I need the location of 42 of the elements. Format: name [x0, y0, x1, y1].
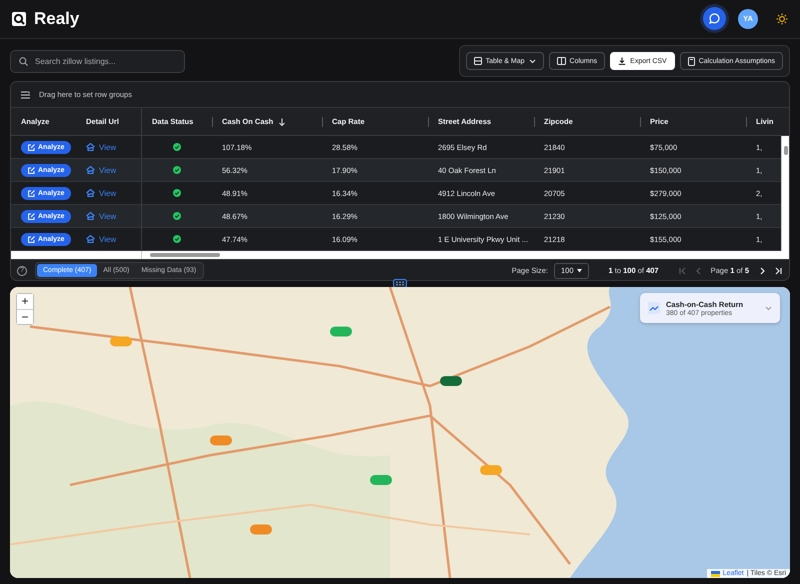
- chat-button[interactable]: [703, 7, 726, 30]
- chevron-icon: [765, 306, 772, 310]
- resize-handle[interactable]: [393, 279, 407, 288]
- app-title: Realy: [34, 8, 80, 28]
- edit-icon: [28, 190, 35, 196]
- caret-icon: [576, 268, 582, 272]
- edit-icon: [28, 212, 35, 220]
- previous-page-icon: [694, 266, 702, 274]
- house-icon: [86, 212, 95, 220]
- last-page-icon: [774, 266, 782, 274]
- zoom-out-button[interactable]: −: [17, 309, 33, 324]
- vertical-scrollbar[interactable]: [781, 136, 789, 251]
- house-icon: [86, 235, 95, 243]
- columns-icon: [556, 57, 566, 65]
- calculator-icon: [688, 56, 695, 66]
- view-link[interactable]: View: [86, 188, 116, 198]
- house-icon: [86, 143, 95, 151]
- next-page-icon: [758, 266, 766, 274]
- view-link[interactable]: View: [86, 142, 116, 152]
- download-icon: [618, 57, 626, 65]
- search-icon: [19, 56, 28, 66]
- chat-icon: [709, 13, 720, 24]
- chevron-icon: [528, 58, 536, 64]
- search-field[interactable]: Search zillow listings...: [10, 50, 185, 72]
- edit-icon: [28, 144, 35, 150]
- edit-icon: [28, 166, 35, 174]
- logo-icon: [12, 12, 26, 26]
- edit-icon: [28, 236, 35, 242]
- row-group-icon: [21, 90, 31, 98]
- flag-icon: [710, 570, 720, 576]
- first-page-icon: [678, 266, 686, 274]
- last-page-button[interactable]: [773, 266, 783, 276]
- view-link[interactable]: View: [86, 234, 116, 244]
- house-icon: [86, 166, 95, 174]
- horizontal-scrollbar[interactable]: [142, 251, 789, 259]
- trend-icon: [648, 302, 660, 314]
- horizontal-scrollbar[interactable]: [11, 251, 142, 259]
- layout-icon: [474, 57, 482, 65]
- view-link[interactable]: View: [86, 212, 116, 220]
- sun-icon[interactable]: [776, 12, 788, 24]
- view-link[interactable]: View: [86, 166, 116, 174]
- house-icon: [86, 189, 95, 197]
